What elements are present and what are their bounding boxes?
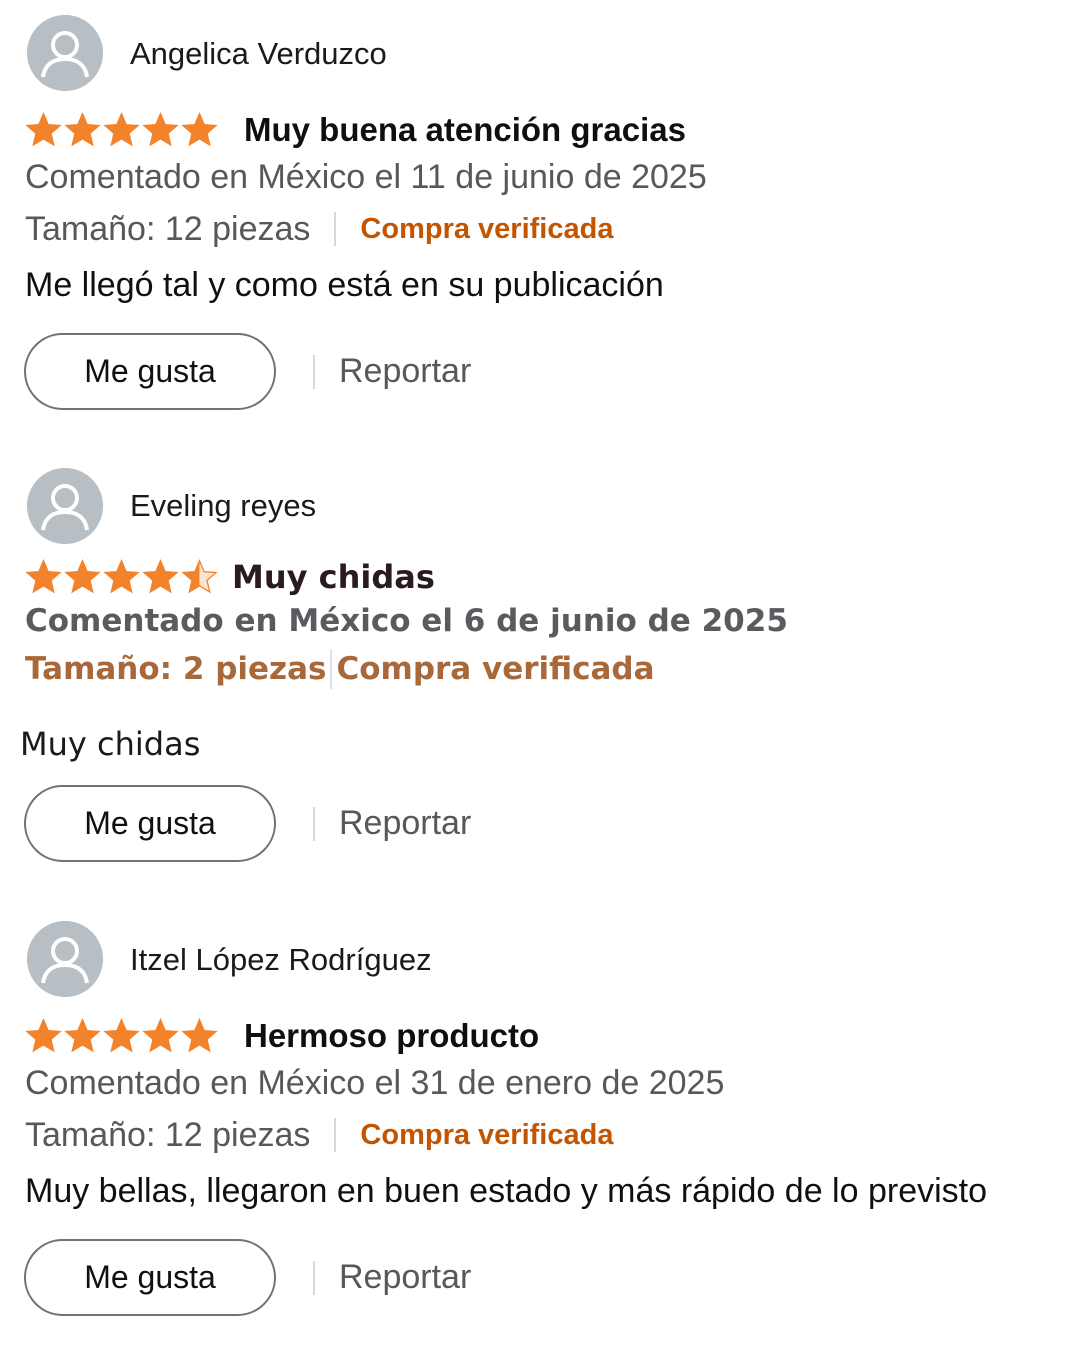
divider (334, 1118, 337, 1152)
star-icon (64, 112, 101, 147)
verified-badge: Compra verificada (360, 212, 614, 245)
rating-row: Muy buena atención gracias (25, 108, 686, 152)
review-meta: Tamaño: 2 piezas Compra verificada (25, 648, 655, 690)
user-avatar-icon (27, 468, 103, 544)
reviewer-name[interactable]: Eveling reyes (130, 488, 316, 524)
review-date: Comentado en México el 11 de junio de 20… (25, 158, 707, 196)
review-title[interactable]: Muy chidas (232, 558, 435, 596)
star-icon (25, 112, 62, 147)
report-link[interactable]: Reportar (339, 1258, 471, 1297)
review-body: Muy bellas, llegaron en buen estado y má… (25, 1172, 988, 1210)
review-title[interactable]: Hermoso producto (244, 1017, 539, 1055)
like-button[interactable]: Me gusta (24, 785, 276, 862)
review-actions: Me gusta Reportar (24, 333, 471, 410)
review-meta: Tamaño: 12 piezas Compra verificada (25, 1114, 613, 1156)
reviewer-name[interactable]: Itzel López Rodríguez (130, 942, 432, 978)
review-actions: Me gusta Reportar (24, 785, 471, 862)
review-body: Me llegó tal y como está en su publicaci… (25, 266, 664, 304)
star-icon (103, 559, 140, 594)
review-date: Comentado en México el 31 de enero de 20… (25, 1064, 725, 1102)
star-icon (103, 112, 140, 147)
star-rating[interactable] (25, 1018, 220, 1054)
review-meta: Tamaño: 12 piezas Compra verificada (25, 208, 613, 250)
size-variant: Tamaño: 12 piezas (25, 209, 311, 248)
report-link[interactable]: Reportar (339, 352, 471, 391)
star-icon (25, 1018, 62, 1053)
user-avatar-icon (27, 921, 103, 997)
rating-row: Muy chidas (25, 555, 435, 599)
star-rating[interactable] (25, 112, 220, 148)
divider (313, 354, 315, 389)
star-icon (142, 1018, 179, 1053)
star-icon (142, 559, 179, 594)
star-rating[interactable] (25, 559, 220, 595)
star-icon (181, 1018, 218, 1053)
review-date: Comentado en México el 6 de junio de 202… (25, 603, 788, 639)
star-icon (64, 1018, 101, 1053)
review-actions: Me gusta Reportar (24, 1239, 471, 1316)
report-link[interactable]: Reportar (339, 804, 471, 843)
size-variant: Tamaño: 12 piezas (25, 1115, 311, 1154)
like-button[interactable]: Me gusta (24, 333, 276, 410)
like-button[interactable]: Me gusta (24, 1239, 276, 1316)
star-icon (142, 112, 179, 147)
review-title[interactable]: Muy buena atención gracias (244, 111, 686, 149)
reviewer-name[interactable]: Angelica Verduzco (130, 36, 387, 72)
verified-badge: Compra verificada (336, 651, 655, 687)
star-icon (181, 112, 218, 147)
verified-badge: Compra verificada (360, 1118, 614, 1151)
star-icon (64, 559, 101, 594)
user-avatar-icon (27, 15, 103, 91)
rating-row: Hermoso producto (25, 1014, 539, 1058)
divider (334, 212, 337, 246)
star-icon (25, 559, 62, 594)
divider (313, 806, 315, 841)
divider (313, 1260, 315, 1295)
review-body: Muy chidas (20, 725, 201, 763)
star-icon (103, 1018, 140, 1053)
star-icon (181, 559, 218, 594)
size-variant: Tamaño: 2 piezas (25, 651, 327, 687)
divider (330, 649, 333, 689)
